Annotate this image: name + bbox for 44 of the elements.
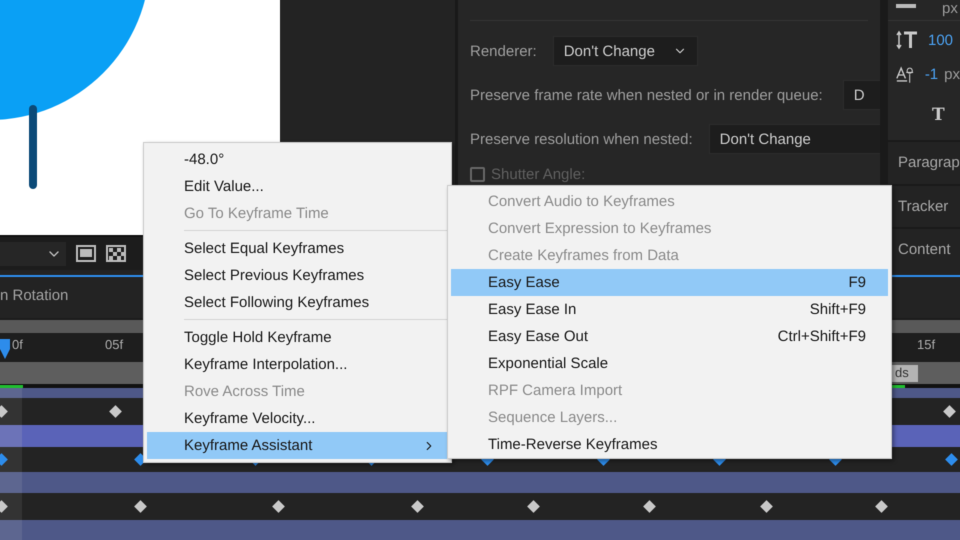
tracking-unit: px: [944, 66, 960, 84]
renderer-label: Renderer:: [470, 42, 537, 60]
font-size-unit: px: [942, 0, 958, 17]
keyframe-icon[interactable]: [134, 500, 147, 513]
shutter-angle-label: Shutter Angle:: [491, 166, 586, 182]
keyframe-icon[interactable]: [943, 405, 956, 418]
menu-item[interactable]: Easy Ease Out Ctrl+Shift+F9: [451, 323, 888, 350]
menu-item[interactable]: -48.0°: [147, 146, 448, 173]
keyframe-icon[interactable]: [760, 500, 773, 513]
keyframe-icon[interactable]: [527, 500, 540, 513]
tracking-value[interactable]: -1: [924, 66, 938, 84]
ruler-label: 05f: [105, 337, 124, 352]
menu-item[interactable]: Exponential Scale: [451, 350, 888, 377]
leading-icon: [896, 30, 918, 50]
menu-item[interactable]: Edit Value...: [147, 173, 448, 200]
faux-bold-button[interactable]: T: [932, 104, 945, 125]
renderer-dropdown[interactable]: Don't Change: [552, 36, 698, 66]
menu-item[interactable]: Keyframe Assistant: [147, 432, 448, 459]
ruler-label: 0f: [12, 337, 23, 352]
resolution-label: Preserve resolution when nested:: [470, 130, 693, 148]
keyframe-icon[interactable]: [875, 500, 888, 513]
keyframe-icon[interactable]: [643, 500, 656, 513]
monitor-icon[interactable]: [76, 245, 96, 262]
menu-item[interactable]: Toggle Hold Keyframe: [147, 324, 448, 351]
menu-item[interactable]: Easy Ease In Shift+F9: [451, 296, 888, 323]
leading-value[interactable]: 100: [928, 32, 954, 49]
menu-item[interactable]: Time-Reverse Keyframes: [451, 431, 888, 458]
menu-item[interactable]: Keyframe Velocity...: [147, 405, 448, 432]
frame-rate-dropdown[interactable]: D: [842, 80, 880, 110]
menu-item[interactable]: Select Equal Keyframes: [147, 235, 448, 262]
frame-rate-label: Preserve frame rate when nested or in render queue:: [470, 86, 823, 104]
layer-property-name: n Rotation: [0, 287, 68, 304]
keyframe-icon[interactable]: [411, 500, 424, 513]
cache-indicator: [0, 385, 23, 388]
menu-item[interactable]: Keyframe Interpolation...: [147, 351, 448, 378]
menu-item[interactable]: Easy Ease F9: [451, 269, 888, 296]
resolution-dropdown[interactable]: Don't Change: [708, 124, 880, 154]
menu-item[interactable]: Select Previous Keyframes: [147, 262, 448, 289]
ruler-label: 15f: [917, 337, 936, 352]
playhead-icon[interactable]: [0, 339, 10, 359]
checkerboard-icon[interactable]: [106, 245, 126, 262]
keyframe-icon[interactable]: [272, 500, 285, 513]
menu-item[interactable]: Select Following Keyframes: [147, 289, 448, 316]
keyframe-icon[interactable]: [109, 405, 122, 418]
